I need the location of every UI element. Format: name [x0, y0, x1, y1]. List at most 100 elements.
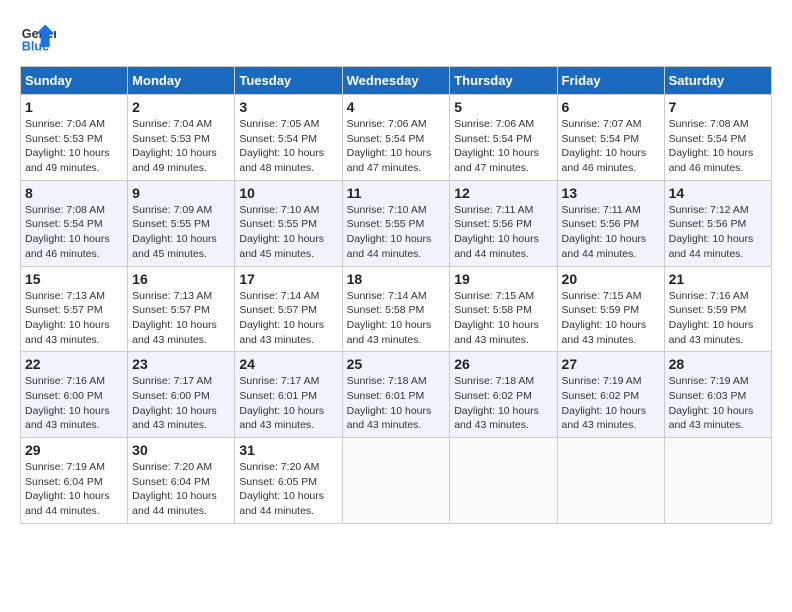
day-info: Sunrise: 7:04 AMSunset: 5:53 PMDaylight:…	[132, 117, 230, 176]
day-number: 20	[562, 271, 660, 287]
day-number: 23	[132, 356, 230, 372]
logo: General Blue	[20, 20, 60, 56]
day-number: 1	[25, 99, 123, 115]
day-number: 15	[25, 271, 123, 287]
calendar-week-row: 29 Sunrise: 7:19 AMSunset: 6:04 PMDayligh…	[21, 438, 772, 524]
calendar-cell: 19 Sunrise: 7:15 AMSunset: 5:58 PMDayligh…	[450, 266, 557, 352]
day-number: 12	[454, 185, 552, 201]
calendar-cell: 6 Sunrise: 7:07 AMSunset: 5:54 PMDaylight…	[557, 95, 664, 181]
calendar-cell: 5 Sunrise: 7:06 AMSunset: 5:54 PMDaylight…	[450, 95, 557, 181]
calendar-cell: 24 Sunrise: 7:17 AMSunset: 6:01 PMDayligh…	[235, 352, 342, 438]
day-number: 14	[669, 185, 767, 201]
day-number: 10	[239, 185, 337, 201]
calendar-cell: 26Sunrise: 7:18 AMSunset: 6:02 PMDayligh…	[450, 352, 557, 438]
day-info: Sunrise: 7:08 AMSunset: 5:54 PMDaylight:…	[669, 117, 767, 176]
day-number: 4	[347, 99, 446, 115]
day-info: Sunrise: 7:16 AMSunset: 5:59 PMDaylight:…	[669, 289, 767, 348]
calendar-cell: 23 Sunrise: 7:17 AMSunset: 6:00 PMDayligh…	[128, 352, 235, 438]
logo-icon: General Blue	[20, 20, 56, 56]
day-number: 3	[239, 99, 337, 115]
day-info: Sunrise: 7:07 AMSunset: 5:54 PMDaylight:…	[562, 117, 660, 176]
weekday-header-sunday: Sunday	[21, 67, 128, 95]
day-number: 17	[239, 271, 337, 287]
day-number: 30	[132, 442, 230, 458]
day-info: Sunrise: 7:06 AMSunset: 5:54 PMDaylight:…	[347, 117, 446, 176]
day-info: Sunrise: 7:12 AMSunset: 5:56 PMDaylight:…	[669, 203, 767, 262]
calendar-cell: 18 Sunrise: 7:14 AMSunset: 5:58 PMDayligh…	[342, 266, 450, 352]
day-info: Sunrise: 7:19 AMSunset: 6:02 PMDaylight:…	[562, 374, 660, 433]
day-info: Sunrise: 7:17 AMSunset: 6:01 PMDaylight:…	[239, 374, 337, 433]
day-number: 28	[669, 356, 767, 372]
day-number: 9	[132, 185, 230, 201]
day-number: 8	[25, 185, 123, 201]
day-info: Sunrise: 7:10 AMSunset: 5:55 PMDaylight:…	[347, 203, 446, 262]
calendar-cell: 13Sunrise: 7:11 AMSunset: 5:56 PMDayligh…	[557, 180, 664, 266]
calendar-cell: 12 Sunrise: 7:11 AMSunset: 5:56 PMDayligh…	[450, 180, 557, 266]
calendar-cell: 29 Sunrise: 7:19 AMSunset: 6:04 PMDayligh…	[21, 438, 128, 524]
calendar-cell: 20Sunrise: 7:15 AMSunset: 5:59 PMDayligh…	[557, 266, 664, 352]
day-number: 6	[562, 99, 660, 115]
calendar-week-row: 1 Sunrise: 7:04 AMSunset: 5:53 PMDaylight…	[21, 95, 772, 181]
calendar-cell: 8 Sunrise: 7:08 AMSunset: 5:54 PMDaylight…	[21, 180, 128, 266]
calendar-cell: 1 Sunrise: 7:04 AMSunset: 5:53 PMDaylight…	[21, 95, 128, 181]
day-info: Sunrise: 7:11 AMSunset: 5:56 PMDaylight:…	[562, 203, 660, 262]
day-info: Sunrise: 7:05 AMSunset: 5:54 PMDaylight:…	[239, 117, 337, 176]
weekday-header-thursday: Thursday	[450, 67, 557, 95]
day-info: Sunrise: 7:17 AMSunset: 6:00 PMDaylight:…	[132, 374, 230, 433]
calendar-week-row: 8 Sunrise: 7:08 AMSunset: 5:54 PMDaylight…	[21, 180, 772, 266]
weekday-header-saturday: Saturday	[664, 67, 771, 95]
day-info: Sunrise: 7:19 AMSunset: 6:04 PMDaylight:…	[25, 460, 123, 519]
day-number: 27	[562, 356, 660, 372]
calendar-cell: 17 Sunrise: 7:14 AMSunset: 5:57 PMDayligh…	[235, 266, 342, 352]
weekday-header-friday: Friday	[557, 67, 664, 95]
weekday-header-monday: Monday	[128, 67, 235, 95]
day-number: 31	[239, 442, 337, 458]
calendar-cell: 27 Sunrise: 7:19 AMSunset: 6:02 PMDayligh…	[557, 352, 664, 438]
day-number: 22	[25, 356, 123, 372]
day-info: Sunrise: 7:18 AMSunset: 6:02 PMDaylight:…	[454, 374, 552, 433]
calendar-cell: 11Sunrise: 7:10 AMSunset: 5:55 PMDayligh…	[342, 180, 450, 266]
day-info: Sunrise: 7:13 AMSunset: 5:57 PMDaylight:…	[25, 289, 123, 348]
calendar-cell: 9 Sunrise: 7:09 AMSunset: 5:55 PMDaylight…	[128, 180, 235, 266]
calendar-cell: 30Sunrise: 7:20 AMSunset: 6:04 PMDayligh…	[128, 438, 235, 524]
day-number: 25	[347, 356, 446, 372]
day-number: 29	[25, 442, 123, 458]
calendar-cell: 10 Sunrise: 7:10 AMSunset: 5:55 PMDayligh…	[235, 180, 342, 266]
day-number: 16	[132, 271, 230, 287]
calendar-cell: 4 Sunrise: 7:06 AMSunset: 5:54 PMDaylight…	[342, 95, 450, 181]
day-info: Sunrise: 7:14 AMSunset: 5:57 PMDaylight:…	[239, 289, 337, 348]
day-info: Sunrise: 7:10 AMSunset: 5:55 PMDaylight:…	[239, 203, 337, 262]
day-number: 24	[239, 356, 337, 372]
day-info: Sunrise: 7:09 AMSunset: 5:55 PMDaylight:…	[132, 203, 230, 262]
calendar-week-row: 15 Sunrise: 7:13 AMSunset: 5:57 PMDayligh…	[21, 266, 772, 352]
day-info: Sunrise: 7:18 AMSunset: 6:01 PMDaylight:…	[347, 374, 446, 433]
calendar-cell: 21 Sunrise: 7:16 AMSunset: 5:59 PMDayligh…	[664, 266, 771, 352]
calendar-cell: 31 Sunrise: 7:20 AMSunset: 6:05 PMDayligh…	[235, 438, 342, 524]
day-number: 18	[347, 271, 446, 287]
day-info: Sunrise: 7:06 AMSunset: 5:54 PMDaylight:…	[454, 117, 552, 176]
calendar-cell: 22 Sunrise: 7:16 AMSunset: 6:00 PMDayligh…	[21, 352, 128, 438]
calendar-table: SundayMondayTuesdayWednesdayThursdayFrid…	[20, 66, 772, 524]
calendar-cell	[557, 438, 664, 524]
day-number: 2	[132, 99, 230, 115]
day-info: Sunrise: 7:11 AMSunset: 5:56 PMDaylight:…	[454, 203, 552, 262]
day-number: 19	[454, 271, 552, 287]
day-info: Sunrise: 7:20 AMSunset: 6:05 PMDaylight:…	[239, 460, 337, 519]
calendar-cell: 16 Sunrise: 7:13 AMSunset: 5:57 PMDayligh…	[128, 266, 235, 352]
weekday-header-row: SundayMondayTuesdayWednesdayThursdayFrid…	[21, 67, 772, 95]
day-info: Sunrise: 7:08 AMSunset: 5:54 PMDaylight:…	[25, 203, 123, 262]
calendar-cell: 28Sunrise: 7:19 AMSunset: 6:03 PMDayligh…	[664, 352, 771, 438]
day-info: Sunrise: 7:14 AMSunset: 5:58 PMDaylight:…	[347, 289, 446, 348]
day-info: Sunrise: 7:16 AMSunset: 6:00 PMDaylight:…	[25, 374, 123, 433]
weekday-header-tuesday: Tuesday	[235, 67, 342, 95]
calendar-cell	[664, 438, 771, 524]
day-number: 7	[669, 99, 767, 115]
day-number: 21	[669, 271, 767, 287]
calendar-cell: 15 Sunrise: 7:13 AMSunset: 5:57 PMDayligh…	[21, 266, 128, 352]
day-info: Sunrise: 7:04 AMSunset: 5:53 PMDaylight:…	[25, 117, 123, 176]
calendar-cell	[450, 438, 557, 524]
day-number: 5	[454, 99, 552, 115]
calendar-week-row: 22 Sunrise: 7:16 AMSunset: 6:00 PMDayligh…	[21, 352, 772, 438]
day-info: Sunrise: 7:15 AMSunset: 5:58 PMDaylight:…	[454, 289, 552, 348]
day-info: Sunrise: 7:13 AMSunset: 5:57 PMDaylight:…	[132, 289, 230, 348]
